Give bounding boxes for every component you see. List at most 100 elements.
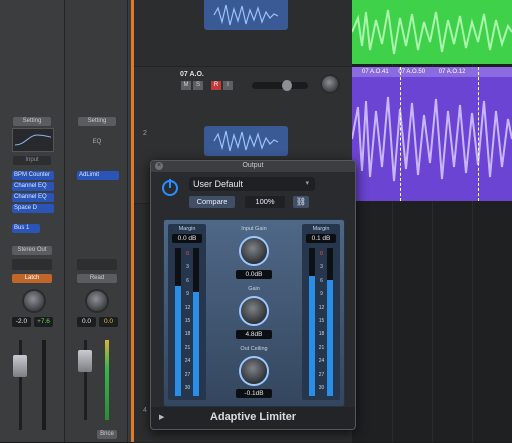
volume-fader[interactable] [78,350,92,372]
input-meter-right [193,248,199,396]
track-row-1[interactable] [134,0,352,67]
input-monitor-button[interactable]: I [223,81,233,90]
track-number-4: 4 [143,407,147,414]
scale-tick: 27 [184,371,191,378]
plugin-footer: ▶ Adaptive Limiter [151,407,355,429]
meter-scale: 0 3 6 9 12 15 18 21 24 27 30 [317,248,326,395]
right-margin-label: Margin [312,226,330,232]
scale-tick: 18 [318,331,325,338]
compare-button[interactable]: Compare [189,196,235,208]
plugin-slot-2[interactable]: Channel EQ [12,182,54,191]
eq-thumbnail[interactable] [12,128,54,152]
mixer-panel: Setting Input BPM Counter Channel EQ Cha… [0,0,133,442]
volume-slider-handle[interactable] [282,80,292,91]
setting-button[interactable]: Setting [13,117,51,126]
output-meter-section: Margin 0.1 dB 0 3 6 9 12 15 18 21 24 27 … [302,224,340,400]
audio-region-green[interactable] [351,0,512,64]
bounce-button[interactable]: Bnce [97,430,117,439]
input-slot[interactable]: Input [13,156,51,165]
scale-tick: 21 [184,344,191,351]
channel-strip-2: Setting EQ AdLimit Read 0.0 0.0 Bnce [65,0,128,442]
output-slot[interactable]: Stereo Out [12,246,52,255]
link-icon[interactable]: ⛓ [293,196,309,208]
scale-tick: 6 [186,277,189,284]
region-header: 07 A.O.41 07 A.O.50 07 A.O.12 [352,67,512,77]
scale-tick: 15 [318,318,325,325]
volume-fader[interactable] [13,355,27,377]
group-slot[interactable] [12,259,52,270]
channel-strip-1: Setting Input BPM Counter Channel EQ Cha… [0,0,65,442]
input-meter-left [175,248,181,396]
automation-mode[interactable]: Read [77,274,117,283]
pan-value: -2.0 [12,317,31,327]
scale-tick: 30 [318,385,325,392]
track-volume-slider[interactable] [252,80,308,91]
plugin-titlebar[interactable]: × Output [151,161,355,172]
level-meter [105,340,109,420]
track-pan-knob[interactable] [320,74,340,94]
fader-track [19,340,22,430]
solo-button[interactable]: S [193,81,203,90]
preset-selector[interactable]: User Default ▾ [189,177,315,191]
window-title: Output [242,162,264,169]
plugin-window: × Output User Default ▾ Compare 100% ⛓ M… [150,160,356,430]
zoom-selector[interactable]: 100% [245,196,285,208]
scale-tick: 3 [186,264,189,271]
scale-tick: 21 [318,344,325,351]
scale-tick: 9 [186,291,189,298]
automation-mode[interactable]: Latch [12,274,52,283]
out-ceiling-knob[interactable] [239,356,269,386]
gain-knob[interactable] [239,296,269,326]
plugin-slot-3[interactable]: Channel EQ [12,193,54,202]
out-ceiling-value: -0.1dB [236,389,272,398]
audio-region-purple[interactable]: 07 A.O.41 07 A.O.50 07 A.O.12 [352,67,512,201]
region-boundary [400,67,402,201]
plugin-slot-1[interactable]: BPM Counter [12,171,54,180]
right-margin-value: 0.1 dB [306,234,336,243]
track-icon-waveform [204,126,288,156]
input-meter-right-fill [193,292,199,396]
mute-button[interactable]: M [181,81,191,90]
plugin-name: Adaptive Limiter [209,411,297,423]
power-icon[interactable] [160,177,180,197]
scale-tick: 0 [186,251,189,257]
output-meter-right-fill [327,280,333,396]
scale-tick: 12 [318,304,325,311]
pan-knob[interactable] [22,289,46,313]
output-meter-left-fill [309,276,315,396]
scale-tick: 3 [320,264,323,271]
input-gain-value: 0.0dB [236,270,272,279]
region-name-2: 07 A.O.50 [398,69,426,75]
input-gain-label: Input Gain [241,226,267,232]
scale-tick: 18 [184,331,191,338]
scale-tick: 12 [184,304,191,311]
scale-tick: 24 [184,358,191,365]
scale-tick: 30 [184,385,191,392]
gain-value: 4.8dB [236,330,272,339]
setting-button[interactable]: Setting [78,117,116,126]
track-number: 2 [143,130,147,137]
input-gain-knob[interactable] [239,236,269,266]
scale-tick: 15 [184,318,191,325]
level-meter [42,340,46,430]
group-slot[interactable] [77,259,117,270]
plugin-slot-4[interactable]: Space D [12,204,54,213]
center-controls: Input Gain 0.0dB Gain 4.8dB Out Ceiling … [210,224,298,400]
scale-tick: 27 [318,371,325,378]
eq-label[interactable]: EQ [78,139,116,145]
record-button[interactable]: R [211,81,221,90]
arrange-area: 07 A.O.41 07 A.O.50 07 A.O.12 [351,0,512,442]
left-margin-label: Margin [178,226,196,232]
scale-tick: 9 [320,291,323,298]
plugin-slot-1[interactable]: AdLimit [77,171,119,180]
level-value: +7.6 [34,317,53,327]
scale-tick: 6 [320,277,323,284]
region-name-1: 07 A.O.41 [362,69,389,75]
send-slot[interactable]: Bus 1 [12,224,40,233]
pan-value: 0.0 [77,317,96,327]
track-name: 07 A.O. [180,71,204,78]
scale-tick: 0 [320,251,323,257]
left-margin-value: 0.0 dB [172,234,202,243]
pan-knob[interactable] [85,289,109,313]
meter-scale: 0 3 6 9 12 15 18 21 24 27 30 [183,248,192,395]
